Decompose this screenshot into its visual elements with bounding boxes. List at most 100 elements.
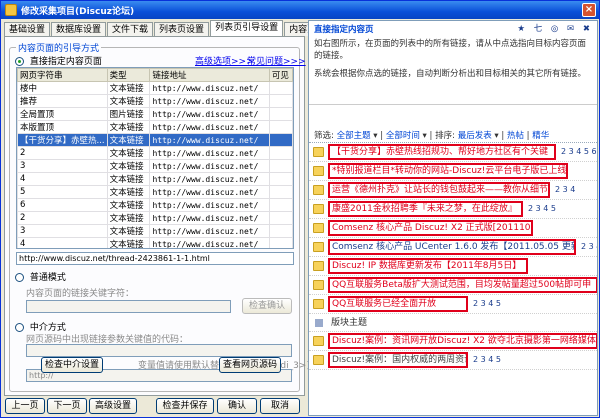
thread-pages[interactable]: 2 3 4 (555, 185, 575, 194)
view-source-button[interactable]: 查看网页源码 (219, 357, 281, 373)
link-table: 网页字符串 类型 链接地址 可见 楼中 文本链接 http://www.discuz… (17, 68, 293, 248)
cancel-button[interactable]: 取消 (260, 398, 300, 414)
cell-name: 本版置顶 (17, 120, 108, 134)
tab-list-page[interactable]: 列表页设置 (154, 22, 210, 36)
table-row[interactable]: 推荐 文本链接 http://www.discuz.net/ (17, 94, 293, 108)
middle-radio[interactable] (15, 323, 24, 332)
thread-title[interactable]: QQ互联服务Beta版扩大测试范围，目均发帖量超过500帖即可申 (328, 277, 597, 293)
cell-type: 文本链接 (106, 146, 151, 160)
table-row[interactable]: 全局置顶 图片链接 http://www.discuz.net/ (17, 107, 293, 121)
cell-visible (268, 146, 293, 160)
direct-radio[interactable] (15, 57, 24, 66)
col-header-type[interactable]: 类型 (106, 68, 151, 82)
cell-type: 文本链接 (106, 81, 151, 95)
guide-group-title: 内容页面的引导方式 (16, 41, 102, 54)
filter-sort-label: 排序: (435, 131, 455, 141)
thread-row[interactable]: Comsenz 核心产品 Discuz! X2 正式版[20111010] (309, 219, 597, 238)
filter-hot[interactable]: 热帖 (507, 131, 524, 141)
thread-row[interactable]: Discuz!案例：资讯网开放Discuz! X2 欲夺北京摄影第一网络媒体 (309, 332, 597, 351)
link-table-box: 网页字符串 类型 链接地址 可见 楼中 文本链接 http://www.discuz… (16, 67, 294, 249)
table-row[interactable]: 5 文本链接 http://www.discuz.net/ (17, 185, 293, 199)
thread-title[interactable]: 运营《德州扑克》让站长的钱包鼓起来——教你从细节入手 (328, 182, 550, 198)
table-row[interactable]: 4 文本链接 http://www.discuz.net/ (17, 172, 293, 186)
table-row[interactable]: 本版置顶 文本链接 http://www.discuz.net/ (17, 120, 293, 134)
cell-visible (268, 120, 293, 134)
thread-pages[interactable]: 2 3 4 5 (581, 242, 597, 251)
help-toolbar-icons[interactable]: ★ 七 ◎ ✉ ✖ (517, 23, 593, 35)
table-row[interactable]: 3 文本链接 http://www.discuz.net/ (17, 159, 293, 173)
thread-pages[interactable]: 2 3 4 5 (473, 355, 501, 364)
folder-icon (313, 166, 324, 176)
thread-title[interactable]: 康盛2011金秋招聘季『未来之梦，在此绽放』 (328, 201, 523, 217)
settings-panel: 内容页面的引导方式 直接指定内容页面 高级选项>>> 常见问题>>> 网页字符串… (4, 36, 310, 396)
table-row[interactable]: 4 文本链接 http://www.discuz.net/ (17, 237, 293, 248)
thread-title[interactable]: Comsenz 核心产品 Discuz! X2 正式版[20111010] (328, 220, 533, 236)
advanced-options-link[interactable]: 高级选项>>> (195, 54, 254, 67)
cell-type: 文本链接 (106, 224, 151, 238)
folder-icon (313, 336, 324, 346)
check-middle-button[interactable]: 检查中介设置 (41, 357, 103, 373)
cell-url: http://www.discuz.net/ (149, 224, 270, 238)
advanced-settings-button[interactable]: 高级设置 (89, 398, 137, 414)
thread-row[interactable]: 【干货分享】赤壁热线招规功、帮好地方社区有个关键 2 3 4 5 6 ... 16 (309, 143, 597, 162)
tab-basic[interactable]: 基础设置 (4, 22, 51, 36)
col-header-visible[interactable]: 可见 (268, 68, 293, 82)
thread-title[interactable]: Discuz!案例：资讯网开放Discuz! X2 欲夺北京摄影第一网络媒体 (328, 333, 597, 349)
cell-url: http://www.discuz.net/ (149, 198, 270, 212)
normal-confirm-button[interactable]: 检查确认 (242, 298, 292, 314)
thread-pages[interactable]: 2 3 4 5 (528, 204, 556, 213)
next-page-button[interactable]: 下一页 (47, 398, 87, 414)
thread-title[interactable]: *特别报道栏目*转动你的网站-Discuz!云平台电子版已上线 (328, 163, 568, 179)
cell-name: 2 (17, 211, 108, 225)
normal-label: 普通模式 (29, 273, 66, 283)
filter-all-subjects[interactable]: 全部主题 (337, 131, 371, 141)
table-row[interactable]: 2 文本链接 http://www.discuz.net/ (17, 146, 293, 160)
normal-keyword-input[interactable] (26, 300, 231, 313)
filter-latest[interactable]: 最后发表 (458, 131, 492, 141)
selected-url-field[interactable]: http://www.discuz.net/thread-2423861-1-1… (16, 252, 294, 265)
thread-row[interactable]: 康盛2011金秋招聘季『未来之梦，在此绽放』 2 3 4 5 (309, 200, 597, 219)
thread-row[interactable]: Comsenz 核心产品 UCenter 1.6.0 发布【2011.05.05… (309, 238, 597, 257)
ok-button[interactable]: 确认 (217, 398, 257, 414)
thread-row[interactable]: Discuz! IP 数据库更新发布【2011年8月5日】 (309, 257, 597, 276)
help-text-1: 如右图所示，在页面的列表中的所有链接，请从中点选指向目标内容页面的链接。 (314, 39, 587, 61)
tab-download[interactable]: 文件下载 (107, 22, 154, 36)
thread-title[interactable]: Discuz!案例：国内权威的两周资讯 (328, 352, 468, 368)
col-header-url[interactable]: 链接地址 (149, 68, 270, 82)
section-header: 版块主题 (309, 314, 597, 332)
table-row[interactable]: 2 文本链接 http://www.discuz.net/ (17, 211, 293, 225)
cell-name: 【干货分享】赤壁热... (17, 133, 108, 147)
cell-visible (268, 185, 293, 199)
thread-row[interactable]: QQ互联服务已经全面开放 2 3 4 5 (309, 295, 597, 314)
cell-name: 4 (17, 237, 108, 248)
filter-elite[interactable]: 精华 (532, 131, 549, 141)
col-header-string[interactable]: 网页字符串 (17, 68, 108, 82)
filter-all-time[interactable]: 全部时间 (386, 131, 420, 141)
tab-database[interactable]: 数据库设置 (51, 22, 107, 36)
cell-visible (268, 237, 293, 248)
table-row[interactable]: 6 文本链接 http://www.discuz.net/ (17, 198, 293, 212)
table-row[interactable]: 【干货分享】赤壁热... 文本链接 http://www.discuz.net/ (17, 133, 293, 147)
thread-title[interactable]: QQ互联服务已经全面开放 (328, 296, 468, 312)
thread-title[interactable]: Discuz! IP 数据库更新发布【2011年8月5日】 (328, 258, 528, 274)
normal-radio[interactable] (15, 273, 24, 282)
thread-pages[interactable]: 2 3 4 5 6 ... 16 (561, 147, 597, 156)
tab-list-guide[interactable]: 列表页引导设置 (210, 20, 284, 36)
cell-visible (268, 107, 293, 121)
prev-page-button[interactable]: 上一页 (5, 398, 45, 414)
thread-row[interactable]: QQ互联服务Beta版扩大测试范围，目均发帖量超过500帖即可申 (309, 276, 597, 295)
thread-pages[interactable]: 2 3 4 5 (473, 299, 501, 308)
thread-title[interactable]: Comsenz 核心产品 UCenter 1.6.0 发布【2011.05.05… (328, 239, 576, 255)
close-icon[interactable]: × (582, 3, 596, 17)
faq-link[interactable]: 常见问题>>> (247, 54, 306, 67)
thread-row[interactable]: Discuz!案例：国内权威的两周资讯 2 3 4 5 (309, 351, 597, 370)
table-row[interactable]: 3 文本链接 http://www.discuz.net/ (17, 224, 293, 238)
thread-row[interactable]: *特别报道栏目*转动你的网站-Discuz!云平台电子版已上线 (309, 162, 597, 181)
thread-title[interactable]: 【干货分享】赤壁热线招规功、帮好地方社区有个关键 (328, 144, 556, 160)
table-row[interactable]: 楼中 文本链接 http://www.discuz.net/ (17, 81, 293, 95)
check-save-button[interactable]: 检查并保存 (156, 398, 214, 414)
folder-icon (313, 147, 324, 157)
middle-code-input[interactable] (26, 344, 292, 357)
thread-row[interactable]: 运营《德州扑克》让站长的钱包鼓起来——教你从细节入手 2 3 4 (309, 181, 597, 200)
cell-name: 楼中 (17, 81, 108, 95)
